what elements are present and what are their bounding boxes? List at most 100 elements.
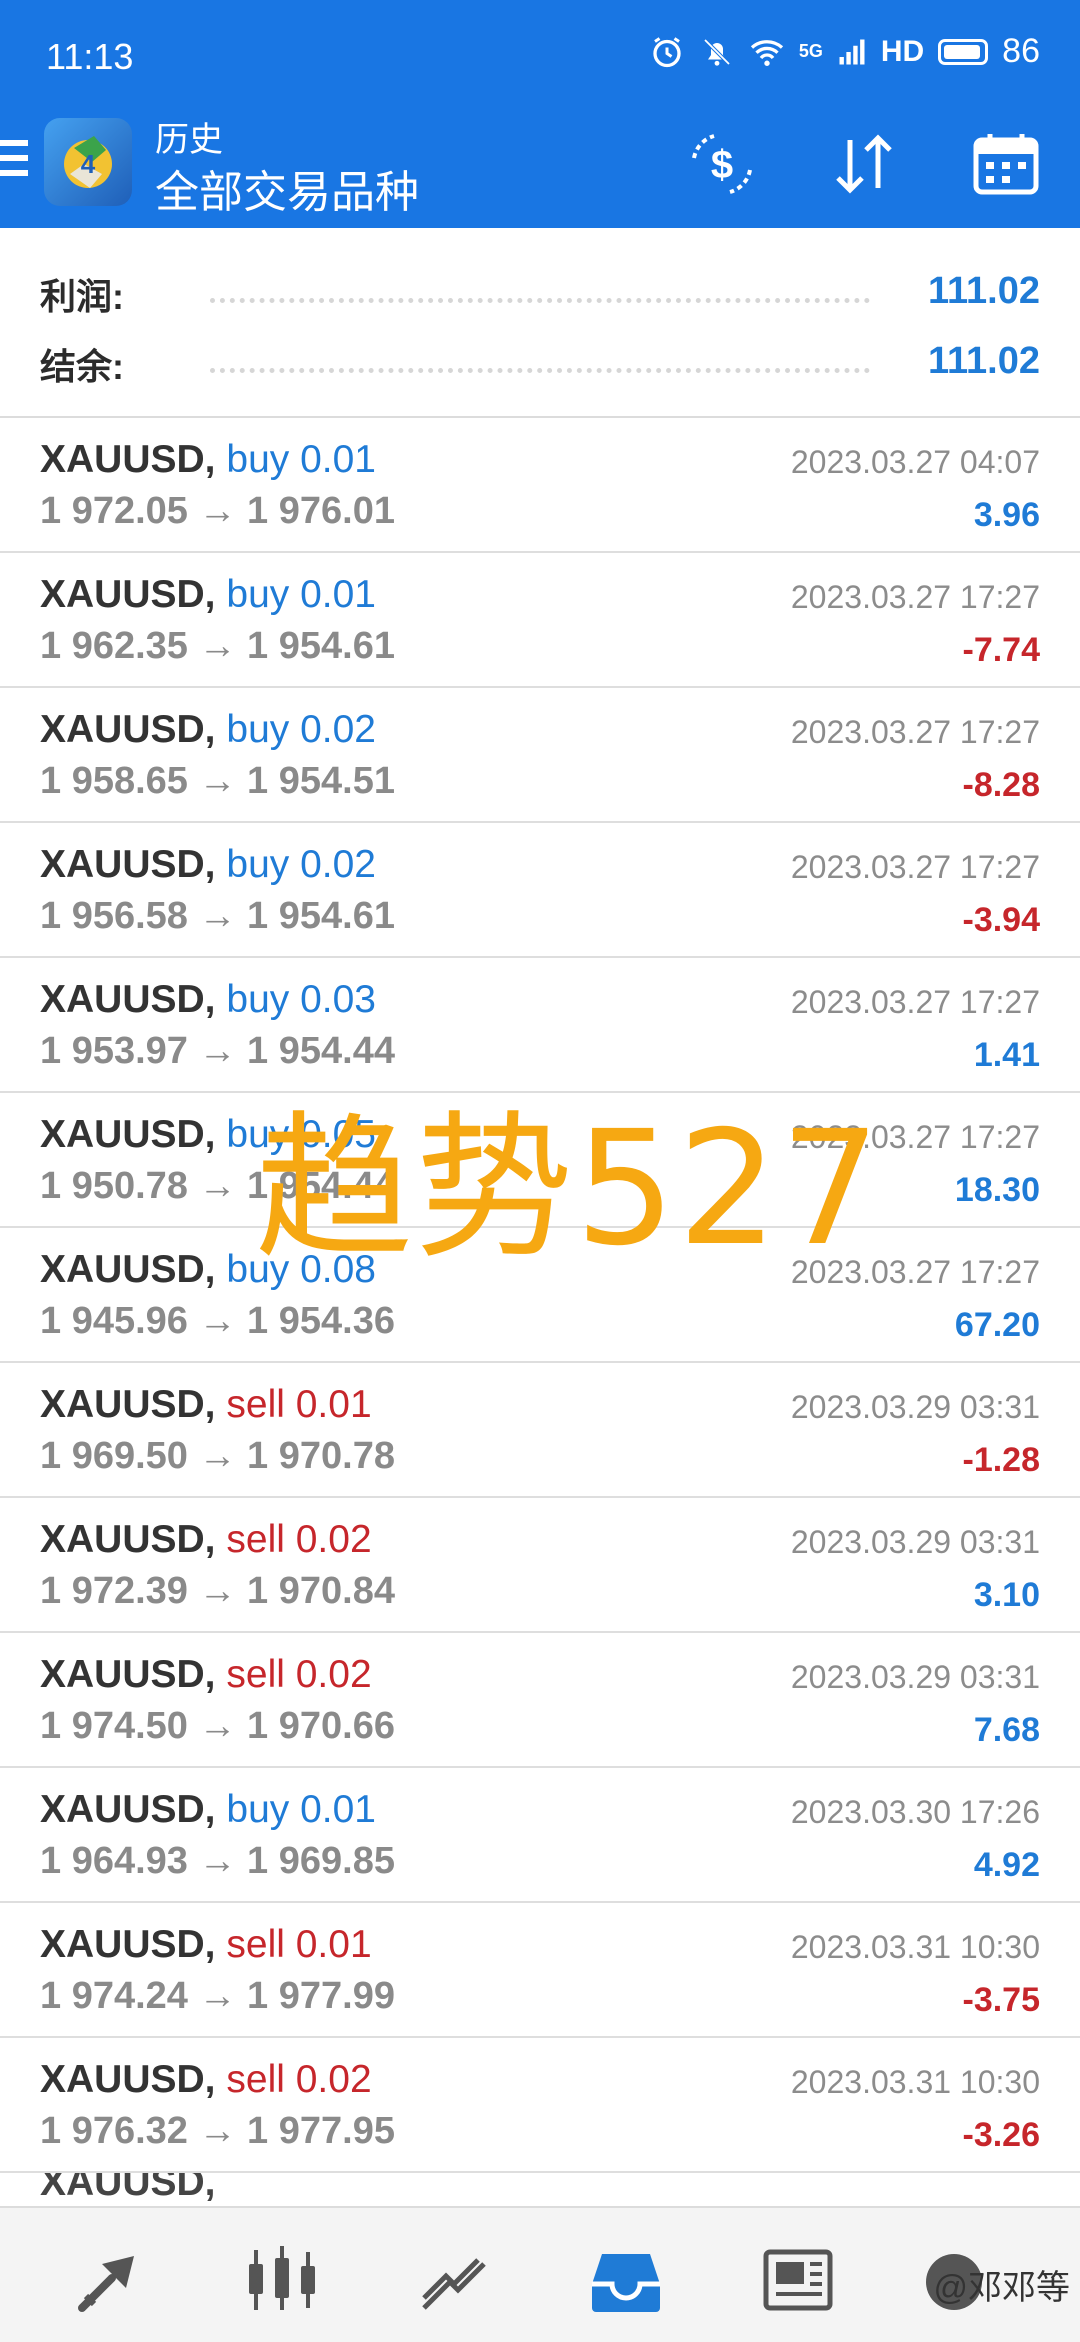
trade-volume: buy 0.01 — [226, 438, 376, 481]
news-icon — [763, 2249, 833, 2311]
summary-profit-row: 利润: 111.02 — [40, 260, 1040, 320]
trade-time: 2023.03.27 04:07 — [790, 444, 1040, 480]
arrow-icon: → — [198, 1570, 237, 1612]
open-price: 1 950.78 — [40, 1165, 188, 1207]
trade-symbol: XAUUSD, — [40, 1383, 216, 1426]
trade-symbol: XAUUSD, — [40, 708, 216, 751]
nav-chart[interactable] — [244, 2242, 320, 2318]
trade-volume: buy 0.01 — [226, 1788, 376, 1831]
close-price: 1 976.01 — [247, 490, 395, 532]
trade-row[interactable]: XAUUSD, sell 0.01 1 969.50 → 1 970.78 20… — [0, 1363, 1080, 1498]
nav-history[interactable] — [588, 2242, 664, 2318]
trade-volume: buy 0.02 — [226, 843, 376, 886]
trade-volume: buy 0.03 — [226, 978, 376, 1021]
nav-quotes[interactable] — [72, 2242, 148, 2318]
menu-icon[interactable] — [0, 140, 28, 186]
arrow-icon: → — [198, 760, 237, 802]
trade-volume: sell 0.01 — [226, 1923, 372, 1966]
nav-trade[interactable] — [416, 2242, 492, 2318]
trade-icon — [422, 2258, 486, 2310]
close-price: 1 954.61 — [247, 625, 395, 667]
arrow-icon: → — [198, 1705, 237, 1747]
trade-symbol: XAUUSD, — [40, 1248, 216, 1291]
app-toolbar: 4 历史 全部交易品种 $ — [0, 100, 1080, 228]
open-price: 1 953.97 — [40, 1030, 188, 1072]
alarm-icon — [653, 36, 681, 67]
quotes-icon — [78, 2256, 134, 2312]
close-price: 1 969.85 — [247, 1840, 395, 1882]
history-icon — [592, 2254, 660, 2312]
trade-time: 2023.03.29 03:31 — [790, 1524, 1040, 1560]
trade-volume: buy 0.01 — [226, 573, 376, 616]
bottom-navigation: @邓邓等 — [0, 2206, 1080, 2342]
profit-value: 111.02 — [927, 270, 1040, 312]
trade-profit: 1.41 — [973, 1036, 1040, 1074]
trade-time: 2023.03.30 17:26 — [790, 1794, 1040, 1830]
close-price: 1 970.84 — [247, 1570, 395, 1612]
trade-profit: -3.75 — [962, 1981, 1041, 2019]
open-price: 1 969.50 — [40, 1435, 188, 1477]
trade-row[interactable]: XAUUSD, buy 0.01 1 962.35 → 1 954.61 202… — [0, 553, 1080, 688]
open-price: 1 974.24 — [40, 1975, 188, 2017]
credit-watermark: @邓邓等 — [933, 2269, 1070, 2307]
arrow-icon: → — [198, 1030, 237, 1072]
trade-profit: 3.10 — [973, 1576, 1040, 1614]
close-price: 1 954.51 — [247, 760, 395, 802]
svg-text:4: 4 — [81, 149, 96, 179]
nav-news[interactable] — [760, 2242, 836, 2318]
close-price: 1 977.95 — [247, 2110, 395, 2152]
trade-volume: sell 0.01 — [226, 1383, 372, 1426]
trade-volume: sell 0.02 — [226, 1653, 372, 1696]
dotted-leader — [210, 368, 870, 373]
arrow-icon: → — [198, 625, 237, 667]
arrow-icon: → — [198, 2110, 237, 2152]
close-price: 1 954.36 — [247, 1300, 395, 1342]
trade-symbol: XAUUSD, — [40, 1653, 216, 1696]
wifi-icon — [750, 39, 783, 66]
close-price: 1 970.78 — [247, 1435, 395, 1477]
trade-symbol: XAUUSD, — [40, 573, 216, 616]
trade-time: 2023.03.27 17:27 — [790, 849, 1040, 885]
trade-profit: 18.30 — [954, 1171, 1040, 1209]
status-time: 11:13 — [46, 36, 134, 77]
trade-row[interactable]: XAUUSD, buy 0.02 1 958.65 → 1 954.51 202… — [0, 688, 1080, 823]
trade-time: 2023.03.29 03:31 — [790, 1389, 1040, 1425]
sort-icon[interactable] — [826, 126, 902, 202]
currency-exchange-icon[interactable]: $ — [684, 126, 760, 202]
trade-row[interactable]: XAUUSD, buy 0.01 1 972.05 → 1 976.01 202… — [0, 418, 1080, 553]
trade-profit: -3.26 — [962, 2116, 1041, 2154]
open-price: 1 972.05 — [40, 490, 188, 532]
trade-volume: sell 0.02 — [226, 1518, 372, 1561]
toolbar-title[interactable]: 全部交易品种 — [155, 156, 419, 220]
trade-volume: sell 0.02 — [226, 2058, 372, 2101]
open-price: 1 956.58 — [40, 895, 188, 937]
trade-row[interactable]: XAUUSD, buy 0.02 1 956.58 → 1 954.61 202… — [0, 823, 1080, 958]
trade-time: 2023.03.31 10:30 — [790, 2064, 1040, 2100]
watermark-text: 趋势527 — [255, 1097, 883, 1281]
trade-time: 2023.03.31 10:30 — [790, 1929, 1040, 1965]
trade-symbol: XAUUSD, — [40, 1113, 216, 1156]
trade-profit: -7.74 — [962, 631, 1041, 669]
trade-row[interactable]: XAUUSD, buy 0.01 1 964.93 → 1 969.85 202… — [0, 1768, 1080, 1903]
trade-profit: 3.96 — [973, 496, 1040, 534]
network-label: 5G — [798, 41, 823, 61]
battery-icon — [938, 38, 989, 65]
balance-value: 111.02 — [927, 340, 1040, 382]
chart-icon — [249, 2246, 315, 2310]
trade-volume: buy 0.02 — [226, 708, 376, 751]
dotted-leader — [210, 298, 870, 303]
calendar-icon[interactable] — [968, 126, 1044, 202]
status-icons: 5G HD 86 — [649, 32, 1040, 71]
trade-symbol: XAUUSD, — [40, 2058, 216, 2101]
trade-profit: 4.92 — [973, 1846, 1040, 1884]
trade-row[interactable]: XAUUSD, sell 0.02 1 974.50 → 1 970.66 20… — [0, 1633, 1080, 1768]
open-price: 1 976.32 — [40, 2110, 188, 2152]
trade-row[interactable]: XAUUSD, sell 0.02 1 972.39 → 1 970.84 20… — [0, 1498, 1080, 1633]
trade-row[interactable]: XAUUSD, sell 0.02 1 976.32 → 1 977.95 20… — [0, 2038, 1080, 2173]
app-logo: 4 — [44, 118, 132, 206]
arrow-icon: → — [198, 490, 237, 532]
trade-symbol: XAUUSD, — [40, 1518, 216, 1561]
trade-row[interactable]: XAUUSD, sell 0.01 1 974.24 → 1 977.99 20… — [0, 1903, 1080, 2038]
hd-label: HD — [880, 34, 925, 68]
open-price: 1 964.93 — [40, 1840, 188, 1882]
